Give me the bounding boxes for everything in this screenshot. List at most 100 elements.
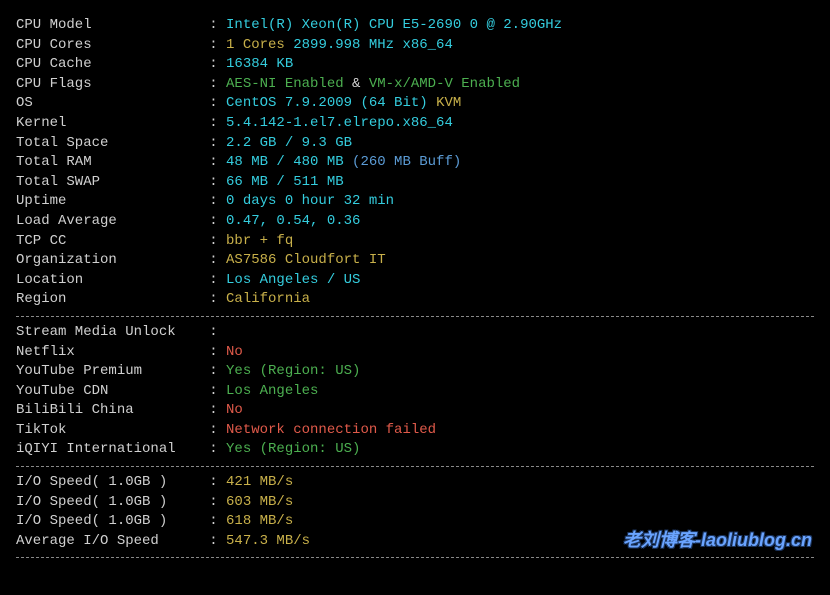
row-label: Load Average xyxy=(16,212,209,232)
info-row: Region : California xyxy=(16,290,814,310)
row-label: I/O Speed( 1.0GB ) xyxy=(16,512,209,532)
value-segment: No xyxy=(226,344,243,360)
row-separator: : xyxy=(209,36,226,56)
value-segment: & xyxy=(352,76,369,92)
row-value: 5.4.142-1.el7.elrepo.x86_64 xyxy=(226,114,453,134)
row-label: Region xyxy=(16,290,209,310)
row-separator: : xyxy=(209,440,226,460)
info-row: I/O Speed( 1.0GB ) : 421 MB/s xyxy=(16,473,814,493)
info-row: CPU Cores : 1 Cores 2899.998 MHz x86_64 xyxy=(16,36,814,56)
value-segment: California xyxy=(226,291,310,307)
value-segment: 618 MB/s xyxy=(226,513,293,529)
row-value: 1 Cores 2899.998 MHz x86_64 xyxy=(226,36,453,56)
row-label: YouTube Premium xyxy=(16,362,209,382)
system-info-section: CPU Model : Intel(R) Xeon(R) CPU E5-2690… xyxy=(16,16,814,310)
row-value: 421 MB/s xyxy=(226,473,293,493)
row-separator: : xyxy=(209,134,226,154)
info-row: YouTube CDN : Los Angeles xyxy=(16,382,814,402)
row-value: No xyxy=(226,401,243,421)
row-separator: : xyxy=(209,493,226,513)
row-value: Los Angeles / US xyxy=(226,271,360,291)
info-row: OS : CentOS 7.9.2009 (64 Bit) KVM xyxy=(16,94,814,114)
info-row: iQIYI International : Yes (Region: US) xyxy=(16,440,814,460)
row-value: 2.2 GB / 9.3 GB xyxy=(226,134,352,154)
row-value: Intel(R) Xeon(R) CPU E5-2690 0 @ 2.90GHz xyxy=(226,16,562,36)
value-segment: 0 days 0 hour 32 min xyxy=(226,193,394,209)
value-segment: 547.3 MB/s xyxy=(226,533,310,549)
info-row: I/O Speed( 1.0GB ) : 618 MB/s xyxy=(16,512,814,532)
info-row: Organization : AS7586 Cloudfort IT xyxy=(16,251,814,271)
value-segment: 66 MB / 511 MB xyxy=(226,174,344,190)
row-separator: : xyxy=(209,94,226,114)
value-segment: KVM xyxy=(436,95,461,111)
row-separator: : xyxy=(209,75,226,95)
divider xyxy=(16,557,814,558)
row-value: CentOS 7.9.2009 (64 Bit) KVM xyxy=(226,94,461,114)
row-label: TikTok xyxy=(16,421,209,441)
value-segment: 0.47, 0.54, 0.36 xyxy=(226,213,360,229)
row-separator: : xyxy=(209,532,226,552)
info-row: Kernel : 5.4.142-1.el7.elrepo.x86_64 xyxy=(16,114,814,134)
row-value: 48 MB / 480 MB (260 MB Buff) xyxy=(226,153,461,173)
row-value: AES-NI Enabled & VM-x/AMD-V Enabled xyxy=(226,75,520,95)
row-label: Average I/O Speed xyxy=(16,532,209,552)
row-separator: : xyxy=(209,153,226,173)
value-segment: AS7586 Cloudfort IT xyxy=(226,252,386,268)
value-segment: AES-NI Enabled xyxy=(226,76,352,92)
row-value: 618 MB/s xyxy=(226,512,293,532)
row-label: Kernel xyxy=(16,114,209,134)
row-separator: : xyxy=(209,421,226,441)
row-label: Uptime xyxy=(16,192,209,212)
value-segment: 2899.998 MHz x86_64 xyxy=(293,37,453,53)
io-speed-section: I/O Speed( 1.0GB ) : 421 MB/sI/O Speed( … xyxy=(16,473,814,551)
row-value: 603 MB/s xyxy=(226,493,293,513)
row-label: I/O Speed( 1.0GB ) xyxy=(16,493,209,513)
row-label: Netflix xyxy=(16,343,209,363)
info-row: Location : Los Angeles / US xyxy=(16,271,814,291)
value-segment: bbr + fq xyxy=(226,233,293,249)
row-value: bbr + fq xyxy=(226,232,293,252)
value-segment: Los Angeles xyxy=(226,383,318,399)
row-label: TCP CC xyxy=(16,232,209,252)
stream-media-section: Stream Media Unlock : Netflix : NoYouTub… xyxy=(16,323,814,460)
value-segment: VM-x/AMD-V Enabled xyxy=(369,76,520,92)
row-label: CPU Cache xyxy=(16,55,209,75)
row-value: Yes (Region: US) xyxy=(226,440,360,460)
info-row: Total RAM : 48 MB / 480 MB (260 MB Buff) xyxy=(16,153,814,173)
row-label: Total Space xyxy=(16,134,209,154)
value-segment: Yes (Region: US) xyxy=(226,441,360,457)
row-label: OS xyxy=(16,94,209,114)
divider xyxy=(16,466,814,467)
row-separator: : xyxy=(209,401,226,421)
value-segment: Network connection failed xyxy=(226,422,436,438)
value-segment: Los Angeles / US xyxy=(226,272,360,288)
value-segment: 16384 KB xyxy=(226,56,293,72)
row-separator: : xyxy=(209,114,226,134)
info-row: TCP CC : bbr + fq xyxy=(16,232,814,252)
row-label: Location xyxy=(16,271,209,291)
row-value: Network connection failed xyxy=(226,421,436,441)
row-value: 0.47, 0.54, 0.36 xyxy=(226,212,360,232)
row-label: CPU Model xyxy=(16,16,209,36)
row-separator: : xyxy=(209,473,226,493)
info-row: CPU Cache : 16384 KB xyxy=(16,55,814,75)
row-separator: : xyxy=(209,512,226,532)
row-value: Los Angeles xyxy=(226,382,318,402)
row-value: California xyxy=(226,290,310,310)
info-row: I/O Speed( 1.0GB ) : 603 MB/s xyxy=(16,493,814,513)
row-separator: : xyxy=(209,343,226,363)
info-row: CPU Flags : AES-NI Enabled & VM-x/AMD-V … xyxy=(16,75,814,95)
info-row: BiliBili China : No xyxy=(16,401,814,421)
info-row: YouTube Premium : Yes (Region: US) xyxy=(16,362,814,382)
info-row: CPU Model : Intel(R) Xeon(R) CPU E5-2690… xyxy=(16,16,814,36)
row-label: I/O Speed( 1.0GB ) xyxy=(16,473,209,493)
row-value: 0 days 0 hour 32 min xyxy=(226,192,394,212)
row-separator: : xyxy=(209,173,226,193)
row-value: Yes (Region: US) xyxy=(226,362,360,382)
row-value: No xyxy=(226,343,243,363)
value-segment: Intel(R) Xeon(R) CPU E5-2690 0 @ 2.90GHz xyxy=(226,17,562,33)
info-row: Netflix : No xyxy=(16,343,814,363)
info-row: TikTok : Network connection failed xyxy=(16,421,814,441)
row-label: Total RAM xyxy=(16,153,209,173)
value-segment: Yes (Region: US) xyxy=(226,363,360,379)
